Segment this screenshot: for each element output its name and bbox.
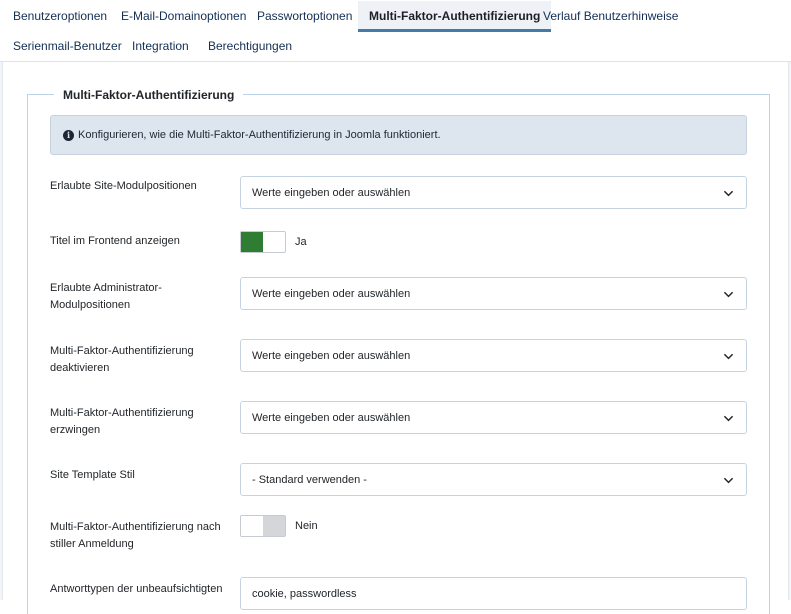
response-types-input[interactable]: cookie, passwordless (240, 577, 747, 610)
chevron-down-icon (723, 415, 734, 422)
frontend-title-state: Ja (295, 236, 307, 248)
tab-benutzeroptionen[interactable]: Benutzeroptionen (2, 1, 118, 31)
response-types-label: Antworttypen der unbeaufsichtigten (50, 583, 223, 595)
switch-knob (241, 232, 263, 252)
silent-login-label: Multi-Faktor-Authentifizierung nach stil… (50, 521, 221, 550)
admin-positions-value: Werte eingeben oder auswählen (252, 287, 411, 300)
info-icon: i (63, 129, 74, 141)
tab-serienmail-benutzer[interactable]: Serienmail-Benutzer (2, 31, 133, 61)
info-alert: i Konfigurieren, wie die Multi-Faktor-Au… (50, 115, 747, 155)
mfa-force-select[interactable]: Werte eingeben oder auswählen (240, 401, 747, 434)
admin-positions-label: Erlaubte Administrator-Modulpositionen (50, 282, 162, 311)
content-area: Multi-Faktor-Authentifizierung i Konfigu… (0, 62, 791, 614)
tab-multi-faktor-authentifizierung[interactable]: Multi-Faktor-Authentifizierung (358, 1, 552, 32)
tab-verlauf-benutzerhinweise[interactable]: Verlauf Benutzerhinweise (532, 1, 689, 31)
chevron-down-icon (723, 291, 734, 298)
tab-berechtigungen[interactable]: Berechtigungen (197, 31, 303, 61)
tab-email-domainoptionen[interactable]: E-Mail-Domainoptionen (110, 1, 257, 31)
mfa-disable-select[interactable]: Werte eingeben oder auswählen (240, 339, 747, 372)
frontend-title-switch[interactable] (240, 231, 286, 253)
tab-panel: Multi-Faktor-Authentifizierung i Konfigu… (2, 62, 789, 614)
site-template-label: Site Template Stil (50, 469, 135, 481)
site-template-value: - Standard verwenden - (252, 473, 367, 486)
fieldset-legend: Multi-Faktor-Authentifizierung (54, 86, 244, 104)
chevron-down-icon (723, 477, 734, 484)
tab-integration[interactable]: Integration (121, 31, 200, 61)
mfa-disable-label: Multi-Faktor-Authentifizierung deaktivie… (50, 345, 194, 374)
site-positions-value: Werte eingeben oder auswählen (252, 186, 411, 199)
site-template-select[interactable]: - Standard verwenden - (240, 463, 747, 496)
tab-bar: Benutzeroptionen E-Mail-Domainoptionen P… (0, 0, 791, 62)
mfa-force-label: Multi-Faktor-Authentifizierung erzwingen (50, 407, 194, 436)
response-types-value: cookie, passwordless (252, 587, 357, 600)
info-text: Konfigurieren, wie die Multi-Faktor-Auth… (78, 129, 441, 141)
chevron-down-icon (723, 190, 734, 197)
switch-knob (263, 516, 285, 536)
admin-positions-select[interactable]: Werte eingeben oder auswählen (240, 277, 747, 310)
silent-login-state: Nein (295, 520, 318, 532)
site-positions-label: Erlaubte Site-Modulpositionen (50, 180, 197, 192)
silent-login-switch[interactable] (240, 515, 286, 537)
site-positions-select[interactable]: Werte eingeben oder auswählen (240, 176, 747, 209)
chevron-down-icon (723, 353, 734, 360)
tab-passwortoptionen[interactable]: Passwortoptionen (246, 1, 363, 31)
mfa-fieldset: Multi-Faktor-Authentifizierung i Konfigu… (27, 86, 770, 614)
mfa-disable-value: Werte eingeben oder auswählen (252, 349, 411, 362)
mfa-force-value: Werte eingeben oder auswählen (252, 411, 411, 424)
frontend-title-label: Titel im Frontend anzeigen (50, 235, 180, 247)
